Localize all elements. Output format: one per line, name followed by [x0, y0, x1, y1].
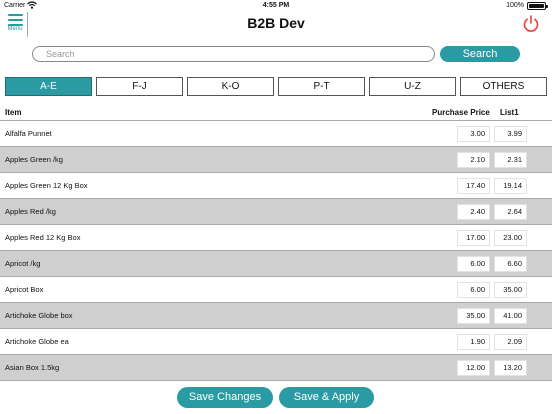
search-button[interactable]: Search — [440, 46, 520, 62]
table-row: Artichoke Globe box 35.00 41.00 — [0, 302, 552, 328]
table-row: Apples Red 12 Kg Box 17.00 23.00 — [0, 224, 552, 250]
purchase-price-field[interactable]: 6.00 — [457, 256, 490, 272]
table-row: Apricot /kg 6.00 6.60 — [0, 250, 552, 276]
list1-price-field[interactable]: 2.31 — [494, 152, 527, 168]
column-header-list1: List1 — [500, 108, 519, 117]
tab-others[interactable]: OTHERS — [460, 77, 547, 96]
search-input[interactable]: Search — [32, 46, 435, 62]
list1-price-field[interactable]: 35.00 — [494, 282, 527, 298]
item-name: Artichoke Globe ea — [5, 337, 69, 346]
purchase-price-field[interactable]: 17.40 — [457, 178, 490, 194]
letter-tabs: A-E F-J K-O P-T U-Z OTHERS — [5, 77, 548, 96]
table-row: Artichoke Globe ea 1.90 2.09 — [0, 328, 552, 354]
tab-k-o[interactable]: K-O — [187, 77, 274, 96]
tab-a-e[interactable]: A-E — [5, 77, 92, 96]
list1-price-field[interactable]: 6.60 — [494, 256, 527, 272]
table-row: Apples Green /kg 2.10 2.31 — [0, 146, 552, 172]
save-changes-button[interactable]: Save Changes — [177, 387, 273, 408]
list1-price-field[interactable]: 3.99 — [494, 126, 527, 142]
purchase-price-field[interactable]: 2.40 — [457, 204, 490, 220]
list1-price-field[interactable]: 41.00 — [494, 308, 527, 324]
table-row: Apricot Box 6.00 35.00 — [0, 276, 552, 302]
column-header-purchase-price: Purchase Price — [432, 108, 490, 117]
save-apply-button[interactable]: Save & Apply — [279, 387, 374, 408]
item-name: Apricot /kg — [5, 259, 41, 268]
status-bar: Carrier 4:55 PM 100% — [0, 0, 552, 12]
list1-price-field[interactable]: 2.64 — [494, 204, 527, 220]
purchase-price-field[interactable]: 6.00 — [457, 282, 490, 298]
tab-f-j[interactable]: F-J — [96, 77, 183, 96]
battery-percent: 100% — [506, 2, 524, 9]
list1-price-field[interactable]: 2.09 — [494, 334, 527, 350]
item-name: Artichoke Globe box — [5, 311, 73, 320]
list1-price-field[interactable]: 13.20 — [494, 360, 527, 376]
table-row: Asian Box 1.5kg 12.00 13.20 — [0, 354, 552, 380]
table-header: Item Purchase Price List1 — [0, 106, 552, 120]
battery-fill — [529, 4, 544, 8]
purchase-price-field[interactable]: 2.10 — [457, 152, 490, 168]
purchase-price-field[interactable]: 35.00 — [457, 308, 490, 324]
power-icon[interactable] — [521, 14, 541, 34]
battery-icon — [527, 2, 548, 10]
item-name: Apricot Box — [5, 285, 44, 294]
page-title: B2B Dev — [247, 15, 305, 31]
item-name: Apples Red /kg — [5, 207, 56, 216]
purchase-price-field[interactable]: 12.00 — [457, 360, 490, 376]
list1-price-field[interactable]: 23.00 — [494, 230, 527, 246]
tab-p-t[interactable]: P-T — [278, 77, 365, 96]
status-time: 4:55 PM — [262, 2, 290, 9]
purchase-price-field[interactable]: 17.00 — [457, 230, 490, 246]
tab-u-z[interactable]: U-Z — [369, 77, 456, 96]
item-name: Apples Green /kg — [5, 155, 63, 164]
divider — [0, 380, 552, 381]
table-row: Apples Red /kg 2.40 2.64 — [0, 198, 552, 224]
item-name: Alfalfa Punnet — [5, 129, 52, 138]
purchase-price-field[interactable]: 1.90 — [457, 334, 490, 350]
table-row: Alfalfa Punnet 3.00 3.99 — [0, 120, 552, 146]
item-name: Apples Red 12 Kg Box — [5, 233, 81, 242]
table-row: Apples Green 12 Kg Box 17.40 19.14 — [0, 172, 552, 198]
purchase-price-field[interactable]: 3.00 — [457, 126, 490, 142]
item-name: Asian Box 1.5kg — [5, 363, 60, 372]
column-header-item: Item — [5, 108, 22, 117]
item-name: Apples Green 12 Kg Box — [5, 181, 88, 190]
list1-price-field[interactable]: 19.14 — [494, 178, 527, 194]
